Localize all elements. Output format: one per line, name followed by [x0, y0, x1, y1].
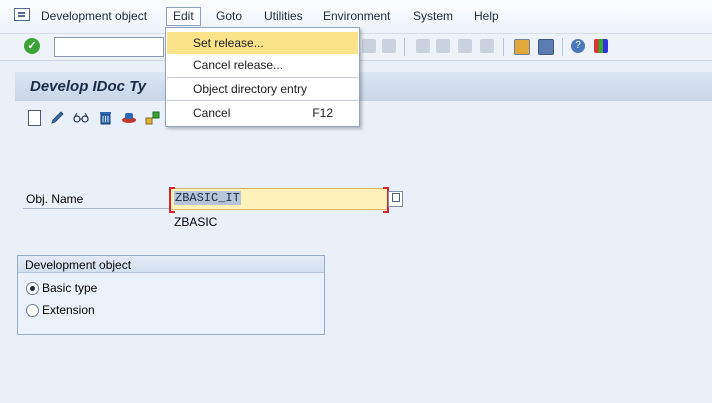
next-page-icon[interactable] [458, 39, 472, 53]
display-glasses-icon[interactable] [73, 110, 89, 125]
toolbar-separator [562, 38, 563, 56]
change-pencil-icon[interactable] [50, 110, 65, 125]
create-icon[interactable] [28, 110, 41, 126]
main-content: Obj. Name ZBASIC_IT ZBASIC Development o… [15, 132, 712, 403]
obj-name-value: ZBASIC_IT [174, 191, 241, 205]
development-object-group: Development object Basic type Extension [17, 255, 325, 335]
toolbar-separator [404, 38, 405, 56]
group-title: Development object [18, 256, 324, 273]
menu-environment[interactable]: Environment [323, 9, 390, 23]
menu-help[interactable]: Help [474, 9, 499, 23]
delete-trash-icon[interactable] [98, 110, 113, 125]
help-icon[interactable]: ? [571, 39, 585, 53]
obj-name-label: Obj. Name [26, 192, 84, 206]
menu-edit[interactable]: Edit [166, 7, 201, 26]
label-underline [23, 208, 184, 209]
radio-label-basic-type: Basic type [42, 281, 98, 295]
edit-dropdown-menu: Set release... Cancel release... Object … [165, 27, 360, 127]
shortcut-icon[interactable] [538, 39, 554, 55]
menu-item-cancel-release[interactable]: Cancel release... [167, 54, 358, 76]
system-menu-icon[interactable] [14, 8, 30, 21]
first-page-icon[interactable] [416, 39, 430, 53]
value-help-icon[interactable] [388, 191, 403, 207]
find-next-icon[interactable] [382, 39, 396, 53]
create-session-icon[interactable] [514, 39, 530, 55]
command-field[interactable] [54, 37, 164, 57]
obj-name-input[interactable]: ZBASIC_IT [169, 187, 389, 213]
menu-item-object-directory-entry[interactable]: Object directory entry [167, 78, 358, 100]
title-bar: Develop IDoc Ty [15, 72, 712, 101]
radio-button-unchecked[interactable] [26, 304, 39, 317]
page-title: Develop IDoc Ty [30, 78, 147, 95]
menu-development-object[interactable]: Development object [41, 9, 147, 23]
radio-button-checked[interactable] [26, 282, 39, 295]
menu-separator [167, 100, 358, 101]
last-page-icon[interactable] [480, 39, 494, 53]
radio-label-extension: Extension [42, 303, 95, 317]
menu-system[interactable]: System [413, 9, 453, 23]
obj-description: ZBASIC [174, 215, 218, 229]
menu-utilities[interactable]: Utilities [264, 9, 303, 23]
find-icon[interactable] [362, 39, 376, 53]
enter-check-icon[interactable]: ✓ [24, 38, 40, 54]
menu-goto[interactable]: Goto [216, 9, 242, 23]
copy-object-icon[interactable] [121, 110, 136, 125]
menu-item-set-release[interactable]: Set release... [167, 32, 358, 54]
hierarchy-icon[interactable] [145, 110, 160, 125]
previous-page-icon[interactable] [436, 39, 450, 53]
application-toolbar [15, 104, 712, 132]
toolbar-separator [503, 38, 504, 56]
customize-layout-icon[interactable] [594, 39, 608, 53]
menu-item-cancel[interactable]: Cancel F12 [167, 102, 358, 124]
